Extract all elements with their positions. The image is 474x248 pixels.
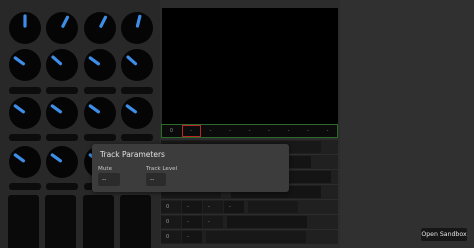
track-level-field[interactable]: -- (146, 173, 166, 186)
step-cell[interactable]: - (221, 125, 240, 137)
fader-slot[interactable] (120, 195, 151, 248)
track-parameters-popup: Track Parameters Mute -- Track Level -- (92, 144, 289, 192)
knob[interactable] (9, 49, 41, 81)
knob-label-slot (121, 134, 153, 141)
pattern-cell[interactable]: 0 (161, 216, 181, 228)
knob-indicator (135, 14, 142, 28)
pattern-cell[interactable]: 0 (161, 231, 181, 243)
knob-label-slot (46, 134, 78, 141)
knob[interactable] (46, 146, 78, 178)
pattern-cell[interactable]: - (203, 201, 223, 213)
knob[interactable] (84, 49, 116, 81)
pattern-cell[interactable]: - (182, 201, 202, 213)
knob-label-slot (84, 134, 116, 141)
knob-label-slot (46, 87, 78, 94)
knob-indicator (126, 55, 138, 66)
pattern-row: 0- (161, 230, 338, 244)
knob-indicator (51, 55, 63, 66)
pattern-cell[interactable] (227, 216, 307, 228)
popup-title: Track Parameters (100, 150, 165, 159)
step-cell[interactable]: - (181, 125, 201, 137)
pattern-cell[interactable]: 0 (161, 201, 181, 213)
fader-slot[interactable] (83, 195, 114, 248)
knob-label-slot (46, 183, 78, 190)
knob-indicator (61, 15, 70, 28)
knob[interactable] (46, 49, 78, 81)
knob-indicator (13, 104, 25, 114)
knob[interactable] (46, 97, 78, 129)
step-row[interactable]: 0-------- (161, 124, 338, 138)
step-cell[interactable]: - (299, 125, 318, 137)
knob[interactable] (121, 97, 153, 129)
step-cell[interactable]: 0 (162, 125, 181, 137)
track-level-label: Track Level (146, 166, 178, 172)
knob-label-slot (9, 134, 41, 141)
pattern-cell[interactable] (206, 231, 306, 243)
mute-field[interactable]: -- (98, 173, 120, 186)
pattern-cell[interactable] (248, 201, 298, 213)
knob-indicator (125, 104, 137, 114)
right-panel (340, 0, 474, 248)
knob-label-slot (121, 87, 153, 94)
knob-label-slot (9, 183, 41, 190)
pattern-cell[interactable]: - (224, 201, 244, 213)
fader-slot[interactable] (45, 195, 76, 248)
knob[interactable] (121, 12, 153, 44)
pattern-row: 0--- (161, 200, 338, 214)
step-cell[interactable]: - (279, 125, 298, 137)
knob[interactable] (84, 97, 116, 129)
knob-indicator (13, 56, 25, 66)
knob-label-slot (9, 87, 41, 94)
open-sandbox-button[interactable]: Open Sandbox (421, 228, 467, 241)
knob[interactable] (121, 49, 153, 81)
step-cell[interactable]: - (318, 125, 337, 137)
fader-slot[interactable] (8, 195, 39, 248)
pattern-row: 0-- (161, 215, 338, 229)
knob-indicator (99, 15, 108, 28)
knob[interactable] (9, 12, 41, 44)
pattern-cell[interactable]: - (203, 216, 223, 228)
knob[interactable] (46, 12, 78, 44)
sequencer-display (162, 8, 338, 124)
knob[interactable] (84, 12, 116, 44)
step-cell[interactable]: - (201, 125, 220, 137)
knob[interactable] (9, 146, 41, 178)
pattern-cell[interactable]: - (182, 216, 202, 228)
knob-indicator (13, 153, 25, 163)
knob-indicator (88, 56, 100, 66)
step-cell[interactable]: - (240, 125, 259, 137)
knob-label-slot (84, 87, 116, 94)
knob-indicator (50, 104, 62, 114)
knob-indicator (50, 153, 62, 163)
mute-label: Mute (98, 166, 113, 172)
pattern-cell[interactable]: - (182, 231, 202, 243)
knob[interactable] (9, 97, 41, 129)
step-cell[interactable]: - (260, 125, 279, 137)
knob-indicator (88, 104, 100, 114)
